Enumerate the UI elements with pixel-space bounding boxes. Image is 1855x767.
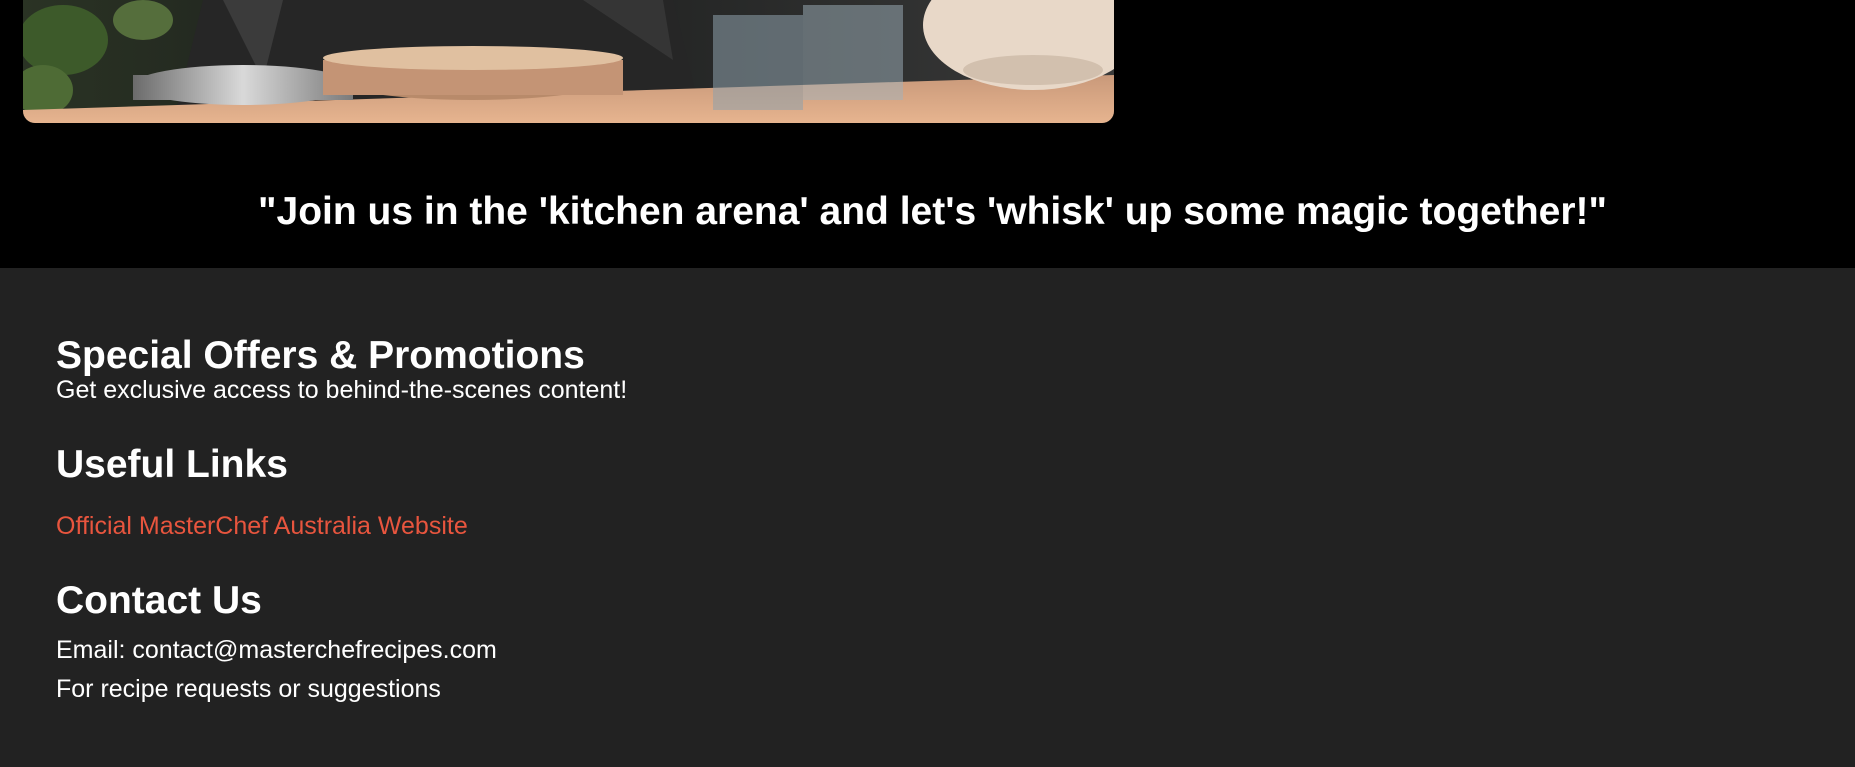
- contact-note: For recipe requests or suggestions: [56, 675, 441, 703]
- offers-section: Special Offers & Promotions Get exclusiv…: [56, 333, 627, 406]
- hero-section: "Join us in the 'kitchen arena' and let'…: [0, 0, 1855, 268]
- contact-heading: Contact Us: [56, 579, 262, 622]
- useful-links-heading: Useful Links: [56, 443, 288, 486]
- useful-links-section: Useful Links Official MasterChef Austral…: [56, 442, 468, 542]
- offers-text: Get exclusive access to behind-the-scene…: [56, 376, 628, 404]
- contact-email: Email: contact@masterchefrecipes.com: [56, 636, 497, 664]
- contact-section: Contact Us Email: contact@masterchefreci…: [56, 578, 497, 705]
- footer: Special Offers & Promotions Get exclusiv…: [0, 268, 1855, 767]
- offers-heading: Special Offers & Promotions: [56, 334, 585, 377]
- tagline-quote: "Join us in the 'kitchen arena' and let'…: [258, 190, 1607, 233]
- hero-image: [23, 0, 1114, 123]
- masterchef-website-link[interactable]: Official MasterChef Australia Website: [56, 510, 468, 542]
